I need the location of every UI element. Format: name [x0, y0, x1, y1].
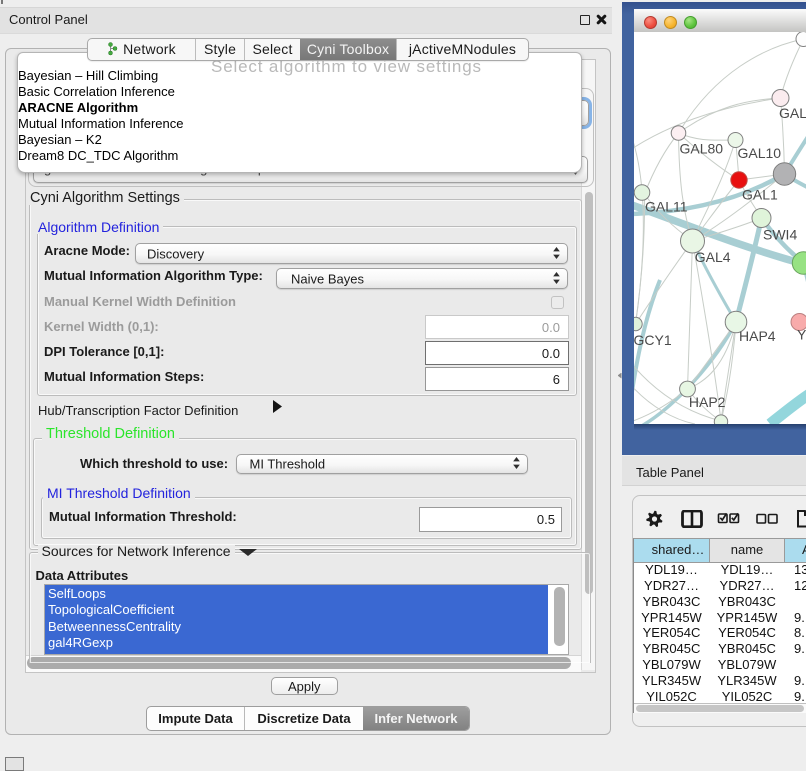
- svg-text:Y: Y: [797, 327, 806, 343]
- svg-text:GAL80: GAL80: [679, 141, 723, 157]
- svg-text:GAL10: GAL10: [737, 145, 781, 161]
- svg-text:GAL4: GAL4: [694, 249, 730, 265]
- svg-text:HAP2: HAP2: [688, 394, 725, 410]
- svg-text:GCY1: GCY1: [634, 332, 672, 348]
- svg-text:GAL11: GAL11: [645, 199, 688, 215]
- svg-text:GAL1: GAL1: [742, 186, 778, 202]
- svg-text:GAL7: GAL7: [779, 105, 806, 121]
- svg-text:HAP4: HAP4: [739, 328, 776, 344]
- svg-text:SWI4: SWI4: [763, 227, 797, 243]
